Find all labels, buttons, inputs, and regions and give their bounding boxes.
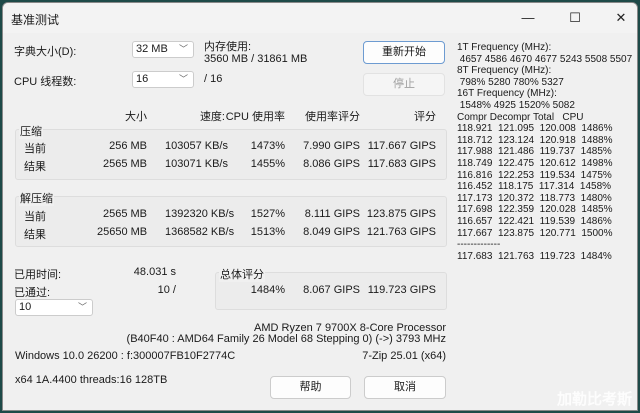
memory-value: 3560 MB / 31861 MB — [204, 53, 308, 65]
decompress-cell: 123.875 GIPS — [366, 208, 436, 220]
threads-select[interactable]: 16 ﹀ — [132, 71, 194, 88]
compress-group — [15, 129, 447, 180]
header-cpu-usage: CPU 使用率 — [225, 111, 285, 123]
maximize-icon[interactable]: ☐ — [565, 8, 585, 28]
cancel-button[interactable]: 取消 — [364, 376, 446, 399]
help-button[interactable]: 帮助 — [270, 376, 351, 399]
window-title: 基准测试 — [11, 13, 60, 27]
decompress-cell: 2565 MB — [102, 208, 147, 220]
dict-size-label: 字典大小(D): — [14, 46, 77, 58]
decompress-row-label: 当前 — [24, 211, 46, 223]
close-icon[interactable]: ✕ — [611, 8, 631, 28]
threads-label: CPU 线程数: — [14, 76, 77, 88]
arch-info: x64 1A.4400 threads:16 128TB — [15, 374, 168, 386]
benchmark-window: 基准测试 — ☐ ✕ 字典大小(D): 32 MB ﹀ 内存使用: 3560 MB… — [2, 2, 638, 411]
compress-cell: 2565 MB — [102, 158, 147, 170]
compress-cell: 8.086 GIPS — [303, 158, 360, 170]
decompress-group — [15, 196, 447, 247]
memory-label: 内存使用: — [204, 41, 252, 53]
decompress-cell: 121.763 GIPS — [366, 226, 436, 238]
stop-button[interactable]: 停止 — [363, 73, 445, 96]
decompress-cell: 1527% — [250, 208, 285, 220]
cpu-detail: (B40F40 : AMD64 Family 26 Model 68 Stepp… — [126, 333, 446, 345]
chevron-down-icon: ﹀ — [77, 302, 87, 312]
passed-value: 10 / — [157, 284, 176, 296]
overall-rating: 119.723 GIPS — [367, 284, 436, 296]
dict-size-value: 32 MB — [136, 43, 168, 55]
os-info: Windows 10.0 26200 : f:300007FB10F2774C — [15, 350, 236, 362]
compress-row-label: 结果 — [24, 161, 46, 173]
passes-select[interactable]: 10 ﹀ — [15, 299, 93, 316]
benchmark-log: 1T Frequency (MHz): 4657 4586 4670 4677 … — [457, 42, 633, 262]
watermark: 加勒比考斯 — [556, 391, 632, 408]
decompress-cell: 1513% — [250, 226, 285, 238]
chevron-down-icon: ﹀ — [178, 44, 188, 54]
header-rating: 评分 — [414, 111, 436, 123]
passes-value: 10 — [19, 301, 32, 313]
decompress-label: 解压缩 — [19, 190, 54, 206]
decompress-cell: 8.111 GIPS — [304, 208, 360, 220]
compress-cell: 117.683 GIPS — [367, 158, 436, 170]
decompress-row-label: 结果 — [24, 229, 46, 241]
compress-cell: 1455% — [250, 158, 285, 170]
restart-button[interactable]: 重新开始 — [363, 41, 445, 64]
elapsed-value: 48.031 s — [133, 266, 176, 278]
dict-size-select[interactable]: 32 MB ﹀ — [132, 41, 194, 58]
passed-label: 已通过: — [14, 287, 51, 299]
compress-cell: 7.990 GIPS — [303, 140, 360, 152]
minimize-icon[interactable]: — — [518, 8, 538, 28]
decompress-cell: 25650 MB — [97, 226, 148, 238]
compress-label: 压缩 — [19, 123, 43, 139]
threads-max: / 16 — [204, 73, 223, 85]
threads-value: 16 — [136, 73, 149, 85]
elapsed-label: 已用时间: — [14, 269, 62, 281]
compress-cell: 117.667 GIPS — [367, 140, 436, 152]
decompress-cell: 8.049 GIPS — [303, 226, 360, 238]
compress-cell: 256 MB — [109, 140, 147, 152]
version-info: 7-Zip 25.01 (x64) — [362, 350, 446, 362]
chevron-down-icon: ﹀ — [178, 74, 188, 84]
overall-cpu: 1484% — [250, 284, 285, 296]
overall-usage-rating: 8.067 GIPS — [303, 284, 360, 296]
header-usage-rating: 使用率评分 — [305, 111, 360, 123]
title-bar: 基准测试 — ☐ ✕ — [3, 3, 637, 33]
compress-cell: 1473% — [250, 140, 285, 152]
compress-row-label: 当前 — [24, 143, 46, 155]
overall-label: 总体评分 — [219, 266, 265, 282]
header-size: 大小 — [125, 111, 147, 123]
